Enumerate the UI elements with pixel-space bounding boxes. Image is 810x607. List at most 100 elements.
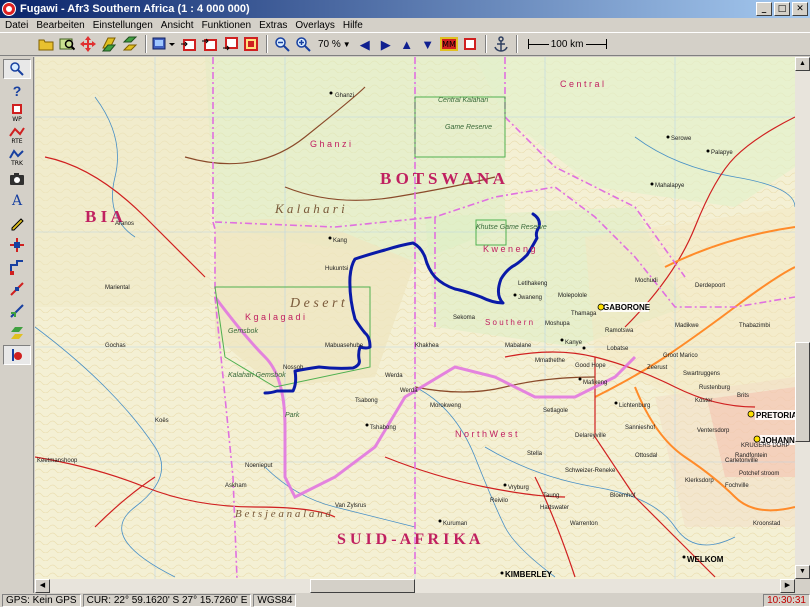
open-map-icon[interactable] [36,34,56,54]
map-canvas[interactable]: B O T S W A N A B I A S U I D - A F R I … [35,57,795,579]
moving-map-icon[interactable]: MM [439,34,459,54]
center-map-icon[interactable] [78,34,98,54]
position-marker-icon[interactable] [3,345,31,365]
pen-tool-icon[interactable] [3,213,31,233]
map-label-zeerust: Zeerust [647,365,668,371]
map-label-khakhea: Khakhea [415,343,439,349]
track-window-icon[interactable] [460,34,480,54]
map-view[interactable]: B O T S W A N A B I A S U I D - A F R I … [35,57,795,579]
measure-tool-icon[interactable] [3,301,31,321]
map-label-fochville: Fochville [725,483,749,489]
map-label-hartswater: Hartswater [540,505,569,511]
map-label-mahalapye: Mahalapye [655,183,685,189]
menu-ansicht[interactable]: Ansicht [158,20,197,31]
menu-bar: Datei Bearbeiten Einstellungen Ansicht F… [0,18,810,32]
map-label-mabalane: Mabalane [505,343,532,349]
export-waypoint-icon[interactable] [178,34,198,54]
gps-device-icon[interactable] [151,34,177,54]
camera-icon[interactable] [3,169,31,189]
map-label-derdepoort: Derdepoort [695,283,725,289]
map-label-botswana: B O T S W A N A [380,169,506,188]
cursor-position: CUR: 22° 59.1620' S 27° 15.7260' E [82,593,252,607]
map-sheets-icon[interactable] [120,34,140,54]
menu-einstellungen[interactable]: Einstellungen [90,20,156,31]
svg-text:WP: WP [12,116,22,122]
map-label-werda: Werda [400,388,418,394]
map-label-gaborone: GABORONE [603,303,651,312]
map-label-ghanzi: G h a n z i [310,139,351,149]
map-label-tsabong-2: Tsabong [355,398,378,404]
export-track-icon[interactable] [220,34,240,54]
map-label-kalahari: K a l a h a r i [274,201,345,216]
menu-overlays[interactable]: Overlays [292,20,337,31]
map-label-good-hope: Good Hope [575,363,606,369]
zoom-level-dropdown[interactable]: 70 % ▼ [314,39,355,50]
map-label-taung: Taung [543,493,559,499]
find-map-icon[interactable] [57,34,77,54]
scroll-up-icon[interactable]: ▲ [795,57,810,71]
pan-right-icon[interactable]: ▶ [376,34,396,54]
map-label-palapye: Palapye [711,150,733,156]
zoom-tool-icon[interactable] [3,59,31,79]
pan-left-icon[interactable]: ◀ [355,34,375,54]
horizontal-scrollbar[interactable]: ◀ ▶ [35,579,795,593]
gps-status: GPS: Kein GPS [2,593,81,607]
horizontal-scroll-thumb[interactable] [310,579,415,593]
map-label-kroonstad: Kroonstad [753,521,780,527]
map-label-north-west: N o r t h W e s t [455,429,518,439]
menu-datei[interactable]: Datei [2,20,31,31]
map-label-pretoria: PRETORIA [756,411,795,420]
zoom-out-icon[interactable] [272,34,292,54]
map-label-gochas: Gochas [105,343,126,349]
map-label-mabuasehube: Mabuasehube [325,343,364,349]
map-label-schweizer-reneke: Schweizer-Reneke [565,468,616,474]
map-label-ramotswa: Ramotswa [605,328,634,334]
query-tool-icon[interactable]: ? [3,81,31,101]
map-label-lichtenburg: Lichtenburg [619,403,650,409]
map-label-sekoma: Sekoma [453,315,476,321]
menu-extras[interactable]: Extras [256,20,290,31]
map-label-welkom: WELKOM [687,555,724,564]
map-label-kuruman: Kuruman [443,521,467,527]
scroll-right-icon[interactable]: ▶ [780,579,795,593]
map-label-madikwe: Madikwe [675,323,699,329]
track-tool-icon[interactable]: TRK [3,147,31,167]
export-route-icon[interactable] [199,34,219,54]
scroll-down-icon[interactable]: ▼ [795,565,810,579]
menu-funktionen[interactable]: Funktionen [199,20,254,31]
close-button[interactable]: ✕ [792,2,808,16]
export-all-icon[interactable] [241,34,261,54]
map-label-keetmanshoop: Keetmanshoop [37,458,78,464]
move-point-icon[interactable] [3,235,31,255]
menu-bearbeiten[interactable]: Bearbeiten [33,20,87,31]
toolbar-separator [484,35,487,53]
insert-point-icon[interactable] [3,257,31,277]
map-label-potchefstroom: Potchef stroom [739,471,779,477]
map-layer-tool-icon[interactable] [3,323,31,343]
delete-point-icon[interactable] [3,279,31,299]
vertical-scrollbar[interactable]: ▲ ▼ [795,57,810,579]
maximize-button[interactable]: □ [774,2,790,16]
pan-down-icon[interactable]: ▼ [418,34,438,54]
layers-icon[interactable] [99,34,119,54]
map-label-game-reserve: Game Reserve [445,124,492,131]
pan-up-icon[interactable]: ▲ [397,34,417,54]
map-label-ghanzi-town: Ghanzi [335,93,354,99]
zoom-in-icon[interactable] [293,34,313,54]
map-label-reivilo: Reivilo [490,498,509,504]
vertical-scroll-thumb[interactable] [795,342,810,442]
map-label-setlagole: Setlagole [543,408,569,414]
anchor-icon[interactable] [491,34,511,54]
minimize-button[interactable]: _ [756,2,772,16]
map-label-askham: Askham [225,483,247,489]
text-tool-icon[interactable]: A [3,191,31,211]
map-label-warrenton: Warrenton [570,521,598,527]
menu-hilfe[interactable]: Hilfe [340,20,366,31]
map-label-bloemhof: Bloemhof [610,493,636,499]
map-label-khutse: Khutse Game Reserve [476,224,547,231]
fugawi-window: Fugawi - Afr3 Southern Africa (1 : 4 000… [0,0,810,607]
waypoint-tool-icon[interactable]: WP [3,103,31,123]
scroll-left-icon[interactable]: ◀ [35,579,50,593]
route-tool-icon[interactable]: RTE [3,125,31,145]
zoom-level-value: 70 % [318,38,341,50]
